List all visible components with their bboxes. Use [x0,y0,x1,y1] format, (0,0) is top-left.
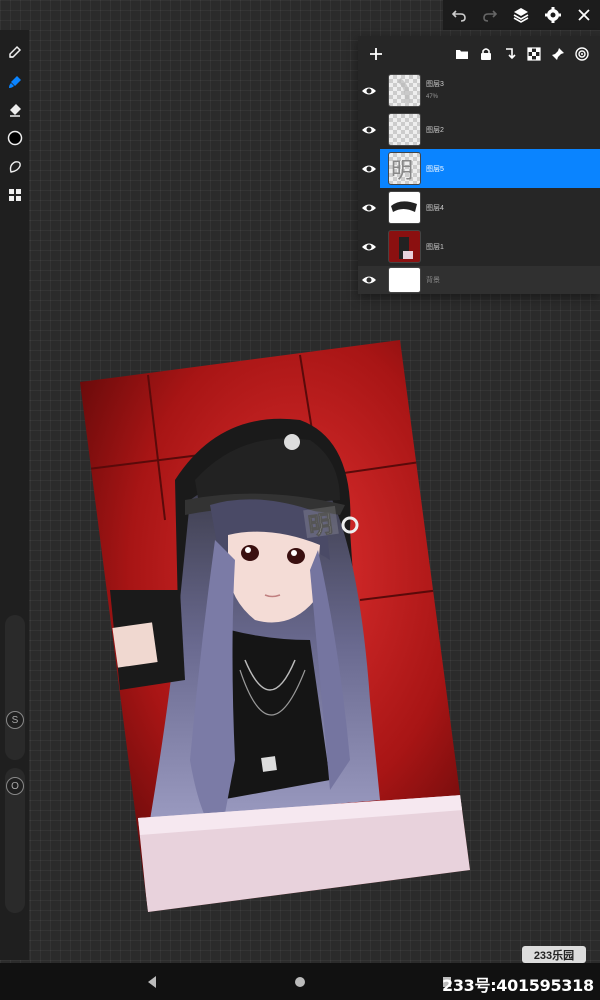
visibility-eye-icon[interactable] [361,161,377,177]
layers-panel: 图层3 47% 图层2 明 图层5 图层4 图层1 背景 [358,36,600,294]
layer-thumbnail [388,267,421,293]
svg-text:明: 明 [391,159,413,184]
visibility-eye-icon[interactable] [361,83,377,99]
visibility-eye-icon[interactable] [361,239,377,255]
tool-bar: S O [0,30,29,960]
redo-icon[interactable] [478,3,502,27]
layer-row[interactable]: 图层2 [358,110,600,149]
layers-icon[interactable] [509,3,533,27]
layer-thumbnail [388,113,421,146]
undo-icon[interactable] [447,3,471,27]
layer-thumbnail [388,191,421,224]
layer-thumbnail [388,230,421,263]
lasso-tool-icon[interactable] [3,155,27,179]
add-layer-icon[interactable] [364,42,388,66]
watermark-id: 233号:401595318 [442,976,594,995]
layer-name: 图层1 [426,243,444,251]
top-bar [443,0,600,30]
close-icon[interactable] [572,3,596,27]
opacity-badge: O [6,777,24,795]
sticker-text: 明 [307,510,335,541]
pin-icon[interactable] [546,42,570,66]
target-icon[interactable] [570,42,594,66]
pen-tool-icon[interactable] [3,40,27,64]
layer-thumbnail [388,74,421,107]
home-icon[interactable] [294,976,306,988]
background-layer-row[interactable]: 背景 [358,266,600,294]
back-icon[interactable] [146,975,158,989]
layer-row-selected[interactable]: 明 图层5 [380,149,600,188]
layer-name: 图层5 [426,165,444,173]
layer-opacity: 47% [426,94,439,100]
app-logo-badge: 233乐园 [522,946,586,963]
layer-thumbnail: 明 [388,152,421,185]
visibility-eye-icon[interactable] [361,200,377,216]
layer-name: 图层2 [426,126,444,134]
layer-row[interactable]: 图层1 [358,227,600,266]
checker-icon[interactable] [522,42,546,66]
size-badge: S [6,711,24,729]
layer-name: 图层3 [426,81,444,88]
layer-row[interactable]: 图层3 47% [358,71,600,110]
settings-icon[interactable] [541,3,565,27]
brush-size-slider[interactable] [5,615,25,760]
layers-panel-header [358,36,600,72]
transform-grid-icon[interactable] [3,183,27,207]
color-picker-icon[interactable] [3,126,27,150]
eraser-tool-icon[interactable] [3,98,27,122]
folder-icon[interactable] [450,42,474,66]
layer-name: 背景 [426,277,440,284]
visibility-eye-icon[interactable] [361,122,377,138]
merge-down-icon[interactable] [498,42,522,66]
layer-row[interactable]: 图层4 [358,188,600,227]
lock-icon[interactable] [474,42,498,66]
visibility-eye-icon[interactable] [361,272,377,288]
layer-name: 图层4 [426,204,444,212]
brush-tool-icon[interactable] [3,70,27,94]
